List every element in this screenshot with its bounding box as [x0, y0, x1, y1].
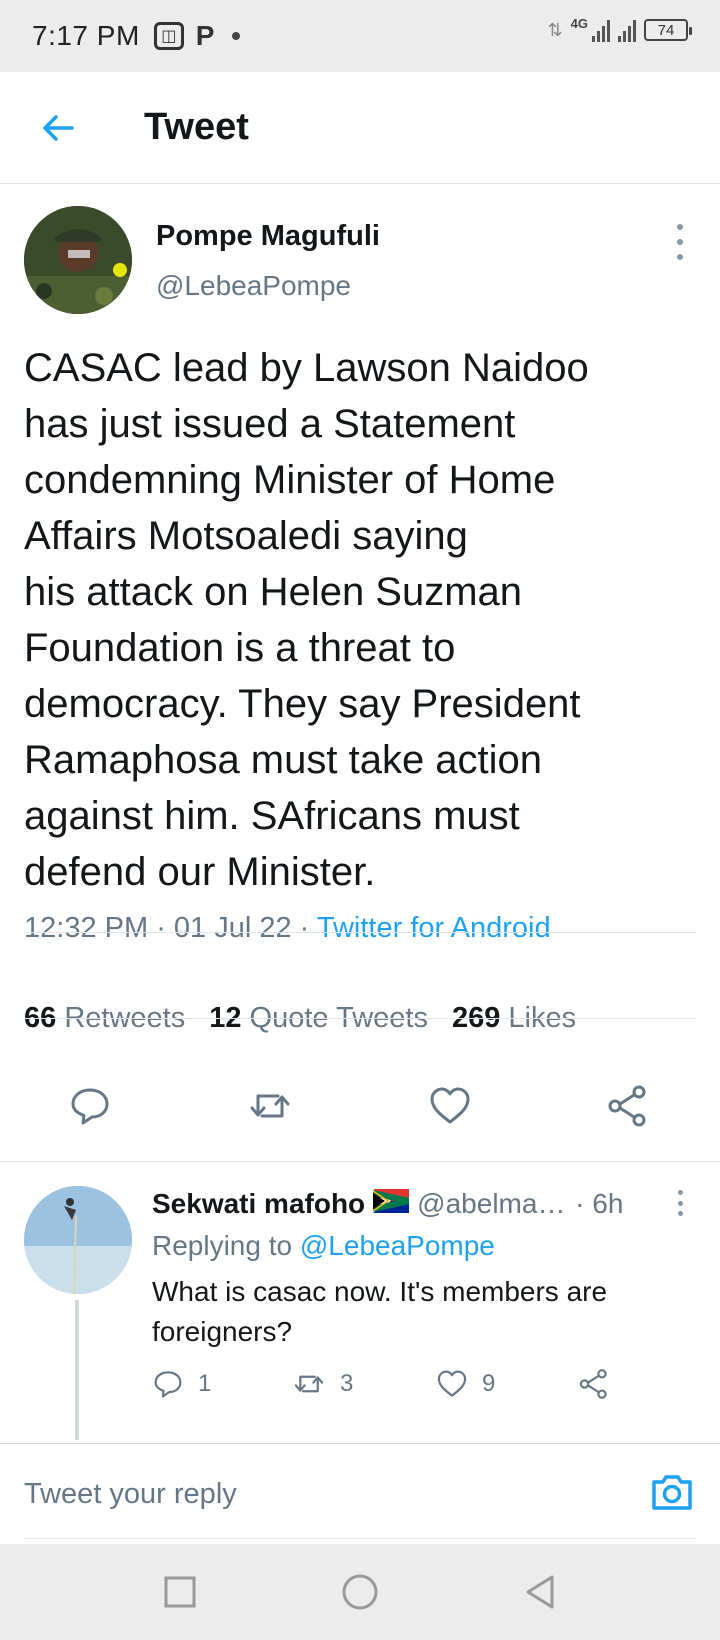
compose-underline — [24, 1538, 696, 1539]
signal-icon — [592, 18, 610, 42]
reply-icon[interactable] — [68, 1084, 112, 1128]
retweet-icon[interactable] — [248, 1084, 292, 1128]
tweet-time: 12:32 PM — [24, 912, 149, 944]
reply-text: What is casac now. It's members are fore… — [152, 1276, 608, 1347]
divider — [24, 1018, 696, 1019]
system-nav-bar — [0, 1544, 720, 1640]
author-name[interactable]: Pompe Magufuli — [156, 220, 380, 253]
notification-dot-icon — [232, 32, 241, 40]
divider — [24, 932, 696, 933]
reply-tweet[interactable]: Sekwati mafoho @abelmaf... · 6h Replying… — [0, 1162, 720, 1442]
reply-header: Sekwati mafoho @abelmaf... · 6h — [152, 1188, 652, 1220]
share-icon[interactable] — [606, 1084, 650, 1128]
reply-composer[interactable]: Tweet your reply — [0, 1442, 720, 1542]
reply-count: 1 — [198, 1370, 212, 1397]
reply-input-placeholder[interactable]: Tweet your reply — [24, 1478, 237, 1511]
replying-to-link[interactable]: @LebeaPompe — [300, 1230, 495, 1261]
retweet-count: 3 — [340, 1370, 354, 1397]
page-title: Tweet — [144, 106, 249, 148]
home-circle-icon[interactable] — [340, 1572, 380, 1612]
reply-share-button[interactable] — [578, 1368, 610, 1400]
like-icon — [437, 1370, 467, 1397]
south-africa-flag-icon — [373, 1189, 410, 1213]
status-bar: 7:17 PM ◫ P ⇅ 4G 74 — [0, 0, 720, 72]
camera-icon[interactable] — [648, 1468, 696, 1516]
share-icon — [579, 1369, 607, 1399]
notification-app-icon: ◫ — [153, 22, 184, 50]
author-handle[interactable]: @LebeaPompe — [156, 270, 351, 302]
retweet-icon — [294, 1375, 324, 1393]
top-app-bar: Tweet — [0, 72, 720, 184]
thread-line — [75, 1300, 79, 1440]
network-type: 4G — [570, 15, 588, 31]
reply-icon — [154, 1371, 182, 1398]
reply-time: · 6h — [575, 1188, 624, 1219]
meta-separator: · — [148, 912, 174, 944]
p-app-icon: P — [195, 20, 215, 51]
recents-square-icon[interactable] — [160, 1572, 200, 1612]
like-icon[interactable] — [428, 1084, 472, 1128]
reply-more-options-icon[interactable] — [674, 1190, 686, 1216]
replying-to: Replying to @LebeaPompe — [152, 1230, 495, 1262]
signal-icon-2 — [618, 18, 636, 42]
reply-like-button[interactable]: 9 — [436, 1368, 495, 1400]
more-options-icon[interactable] — [674, 224, 686, 260]
tweet-date: 01 Jul 22 — [173, 912, 292, 944]
reply-actions: 1 3 9 — [152, 1368, 692, 1408]
back-triangle-icon[interactable] — [520, 1572, 560, 1612]
reply-reply-button[interactable]: 1 — [152, 1368, 211, 1400]
meta-separator-2: · — [291, 912, 317, 944]
reply-author-handle[interactable]: @abelmaf... — [417, 1188, 567, 1220]
data-transfer-icon: ⇅ — [547, 19, 563, 40]
tweet-meta: 12:32 PM · 01 Jul 22 · Twitter for Andro… — [24, 912, 551, 945]
reply-author-name[interactable]: Sekwati mafoho — [152, 1188, 365, 1220]
tweet-source-link[interactable]: Twitter for Android — [317, 912, 551, 944]
battery-icon: 74 — [644, 19, 692, 41]
replying-prefix: Replying to — [152, 1230, 293, 1261]
status-time: 7:17 PM — [32, 20, 140, 51]
battery-level: 74 — [657, 21, 675, 39]
tweet-text: CASAC lead by Lawson Naidoo has just iss… — [24, 346, 589, 894]
reply-avatar[interactable] — [24, 1186, 132, 1294]
tweet-actions — [0, 1084, 720, 1164]
reply-retweet-button[interactable]: 3 — [292, 1368, 353, 1400]
arrow-left-icon[interactable] — [38, 108, 78, 148]
avatar[interactable] — [24, 206, 132, 314]
like-count: 9 — [482, 1370, 496, 1397]
